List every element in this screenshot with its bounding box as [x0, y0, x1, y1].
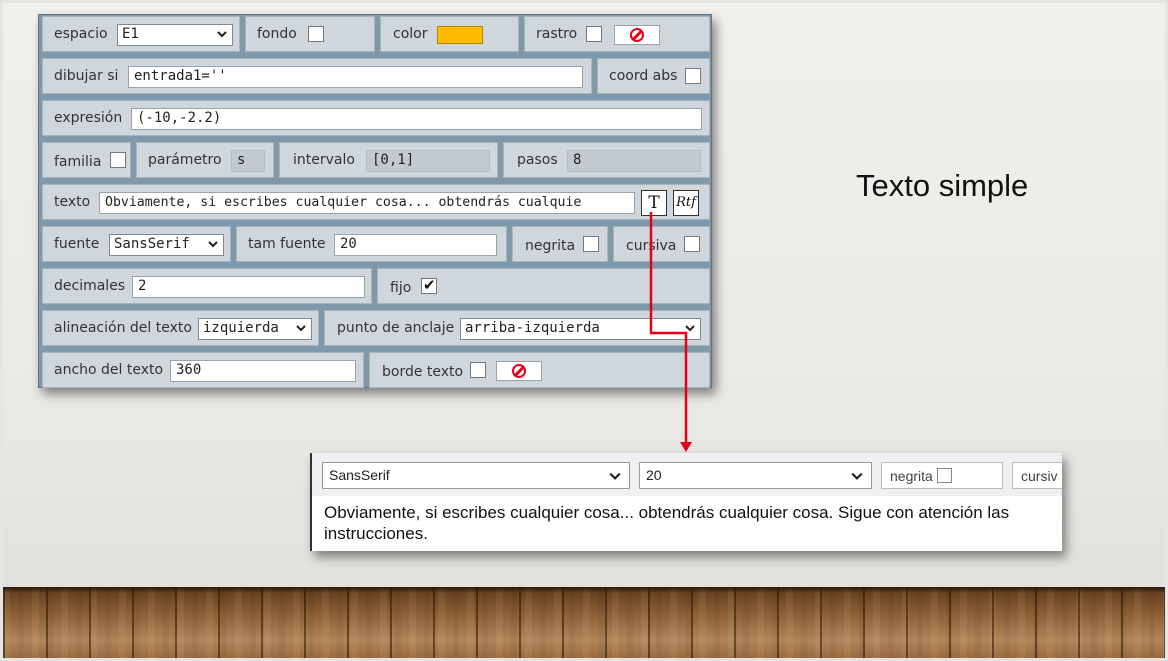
fuente-select-value: SansSerif [114, 236, 190, 252]
wood-floor-decoration [3, 587, 1165, 658]
decimales-input[interactable]: 2 [132, 276, 365, 298]
negrita-label: negrita [525, 238, 576, 254]
fuente-select[interactable]: SansSerif [109, 234, 224, 256]
fijo-checkbox[interactable]: ✔ [421, 276, 437, 294]
borde-checkbox[interactable] [470, 362, 486, 378]
familia-checkbox[interactable] [110, 152, 126, 168]
cell-tam-fuente: tam fuente 20 [236, 226, 507, 262]
coord-abs-checkbox[interactable] [685, 68, 701, 84]
simple-text-button[interactable]: T [641, 190, 667, 216]
text-properties-dialog: espacio E1 fondo color rastro dibujar si… [38, 14, 712, 388]
dibujar-label: dibujar si [54, 68, 119, 84]
fijo-label: fijo [390, 280, 412, 296]
ancho-label: ancho del texto [54, 362, 164, 378]
chevron-down-icon [217, 31, 227, 38]
cell-intervalo: intervalo [0,1] [279, 142, 498, 178]
zoom-font-select[interactable]: SansSerif [322, 462, 630, 489]
cell-texto: texto Obviamente, si escribes cualquier … [42, 184, 710, 220]
pasos-label: pasos [517, 152, 558, 168]
tam-fuente-label: tam fuente [248, 236, 326, 252]
alineacion-select-value: izquierda [203, 320, 279, 336]
cell-rastro: rastro [524, 16, 710, 52]
rtf-text-button[interactable]: Rtf [673, 190, 699, 216]
parametro-input[interactable]: s [231, 150, 265, 172]
cell-borde: borde texto [369, 352, 710, 388]
chevron-down-icon [296, 325, 306, 332]
cell-fondo: fondo [245, 16, 375, 52]
ancho-input[interactable]: 360 [170, 360, 356, 382]
checkmark-icon: ✔ [423, 276, 436, 294]
fuente-label: fuente [54, 236, 100, 252]
cell-fuente: fuente SansSerif [42, 226, 231, 262]
texto-label: texto [54, 194, 91, 210]
chevron-down-icon [851, 472, 863, 480]
cell-alineacion: alineación del texto izquierda [42, 310, 319, 346]
zoom-size-select[interactable]: 20 [639, 462, 872, 489]
anclaje-select-value: arriba-izquierda [465, 320, 600, 336]
intervalo-input[interactable]: [0,1] [366, 150, 490, 172]
borde-color-button[interactable] [496, 361, 542, 381]
espacio-label: espacio [54, 26, 108, 42]
zoom-negrita: negrita [881, 462, 1003, 489]
cell-cursiva: cursiva [613, 226, 710, 262]
texto-input[interactable]: Obviamente, si escribes cualquier cosa..… [99, 192, 635, 214]
borde-label: borde texto [382, 364, 464, 380]
expresion-label: expresión [54, 110, 123, 126]
rastro-checkbox[interactable] [586, 26, 602, 42]
zoomed-text-editor: SansSerif 20 negrita cursiv Obviamente, … [310, 453, 1062, 551]
decimales-label: decimales [54, 278, 126, 294]
cursiva-label: cursiva [626, 238, 677, 254]
zoom-font-value: SansSerif [329, 467, 390, 483]
no-symbol-icon [630, 28, 644, 42]
pasos-input[interactable]: 8 [567, 150, 701, 172]
parametro-label: parámetro [148, 152, 222, 168]
slide-title: Texto simple [856, 168, 1029, 203]
cell-expresion: expresión (-10,-2.2) [42, 100, 710, 136]
zoom-negrita-checkbox[interactable] [936, 468, 952, 483]
coord-abs-label: coord abs [609, 68, 678, 84]
familia-label: familia [54, 154, 102, 170]
color-label: color [393, 26, 428, 42]
dibujar-input[interactable]: entrada1='' [128, 66, 583, 88]
rastro-label: rastro [536, 26, 578, 42]
anclaje-label: punto de anclaje [337, 320, 455, 336]
cursiva-checkbox[interactable] [684, 236, 700, 252]
alineacion-select[interactable]: izquierda [198, 318, 312, 340]
tam-fuente-input[interactable]: 20 [334, 234, 497, 256]
intervalo-label: intervalo [293, 152, 355, 168]
cell-familia: familia [42, 142, 131, 178]
zoom-cursiva-label: cursiv [1021, 468, 1058, 484]
espacio-select-value: E1 [122, 26, 139, 42]
negrita-checkbox[interactable] [583, 236, 599, 252]
chevron-down-icon [609, 472, 621, 480]
cell-dibujar: dibujar si entrada1='' [42, 58, 592, 94]
cell-espacio: espacio E1 [42, 16, 240, 52]
expresion-input[interactable]: (-10,-2.2) [131, 108, 702, 130]
no-symbol-icon [512, 364, 526, 378]
cell-color: color [380, 16, 519, 52]
color-swatch-button[interactable] [437, 26, 483, 44]
cell-negrita: negrita [512, 226, 608, 262]
cell-anclaje: punto de anclaje arriba-izquierda [324, 310, 710, 346]
cell-ancho: ancho del texto 360 [42, 352, 364, 388]
cell-parametro: parámetro s [136, 142, 274, 178]
fondo-checkbox[interactable] [308, 26, 324, 42]
anclaje-select[interactable]: arriba-izquierda [460, 318, 701, 340]
cell-coord-abs: coord abs [597, 58, 710, 94]
espacio-select[interactable]: E1 [117, 24, 233, 46]
fondo-label: fondo [257, 26, 297, 42]
zoom-size-value: 20 [646, 467, 662, 483]
alineacion-label: alineación del texto [54, 320, 192, 336]
rastro-color-button[interactable] [614, 25, 660, 45]
cell-decimales: decimales 2 [42, 268, 372, 304]
chevron-down-icon [685, 325, 695, 332]
zoom-cursiva: cursiv [1012, 462, 1062, 489]
zoom-text-area[interactable]: Obviamente, si escribes cualquier cosa..… [324, 502, 1062, 544]
cell-pasos: pasos 8 [503, 142, 710, 178]
cell-fijo: fijo ✔ [377, 268, 710, 304]
zoom-negrita-label: negrita [890, 468, 933, 484]
chevron-down-icon [208, 241, 218, 248]
